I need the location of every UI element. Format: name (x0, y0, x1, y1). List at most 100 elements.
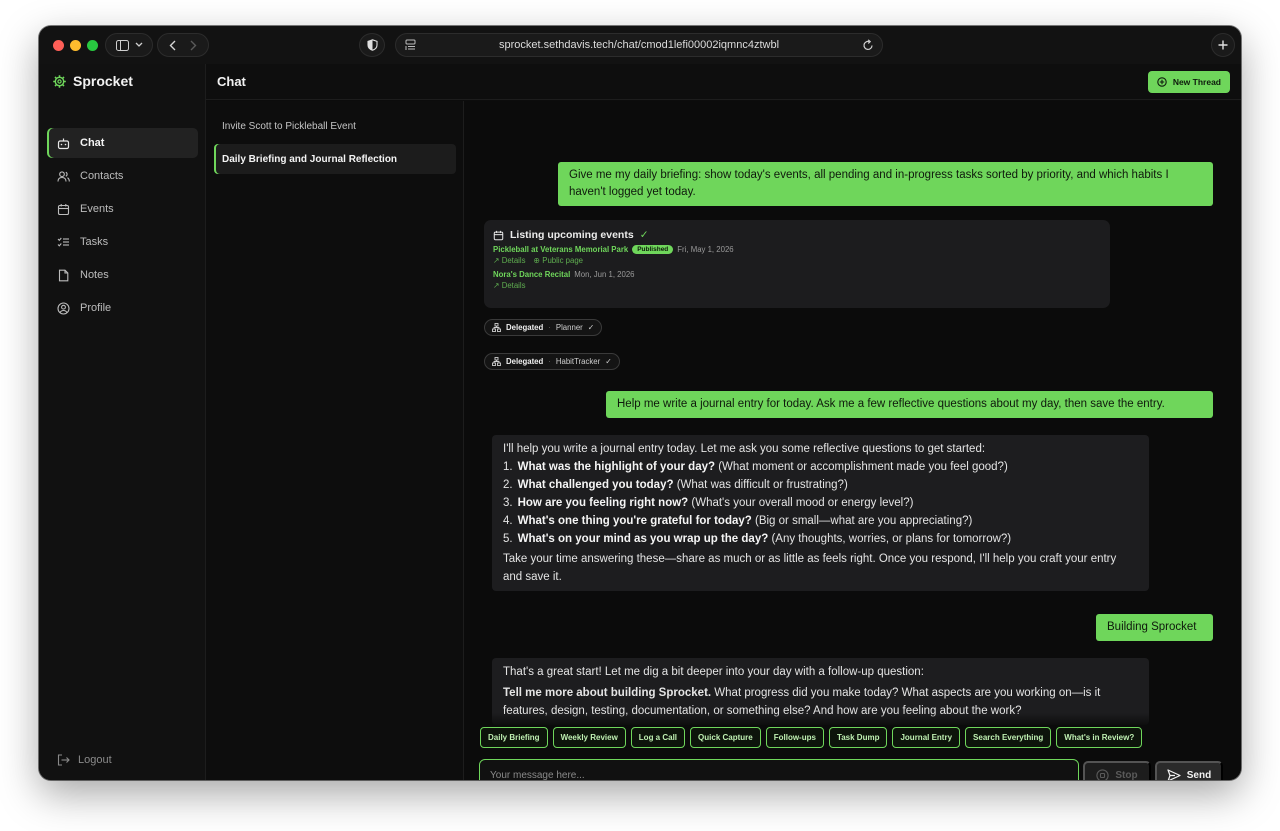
bot-icon (57, 138, 70, 149)
delegate-agent: HabitTracker (555, 357, 601, 366)
logout-button[interactable]: Logout (57, 754, 112, 766)
event-row: Pickleball at Veterans Memorial Park Pub… (493, 245, 1101, 254)
message-input[interactable]: Your message here... (479, 759, 1079, 780)
sidebar-item-profile[interactable]: Profile (47, 293, 198, 323)
quick-action-follow-ups[interactable]: Follow-ups (765, 727, 824, 748)
sidebar-item-tasks[interactable]: Tasks (47, 227, 198, 257)
question-hint: (What's your overall mood or energy leve… (691, 497, 914, 509)
delegation-chip[interactable]: Delegated · Planner ✓ (484, 319, 603, 336)
quick-actions: Daily Briefing Weekly Review Log a Call … (480, 727, 1143, 748)
brand[interactable]: Sprocket (53, 73, 133, 89)
logout-label: Logout (78, 754, 112, 766)
sidebar-toggle-button[interactable] (105, 33, 153, 57)
question-bold: What's on your mind as you wrap up the d… (517, 533, 769, 545)
chat-pane: Give me my daily briefing: show today's … (464, 101, 1241, 780)
users-icon (57, 170, 70, 182)
separator-dot: · (548, 357, 551, 366)
message-paragraph: That's a great start! Let me dig a bit d… (503, 666, 924, 678)
list-checks-icon (57, 237, 69, 247)
list-item: 5. What's on your mind as you wrap up the… (503, 530, 1138, 548)
new-tab-button[interactable] (1211, 33, 1235, 57)
calendar-icon (57, 203, 70, 215)
thread-title: Daily Briefing and Journal Reflection (222, 153, 398, 165)
thread-title: Invite Scott to Pickleball Event (222, 120, 356, 132)
browser-window: sprocket.sethdavis.tech/chat/cmod1lefi00… (39, 26, 1241, 780)
sidebar-item-contacts[interactable]: Contacts (47, 161, 198, 191)
send-button[interactable]: Send (1155, 761, 1223, 780)
event-links: ↗ Details ⊕ Public page (493, 256, 1101, 265)
sidebar-item-events[interactable]: Events (47, 194, 198, 224)
stop-button[interactable]: Stop (1083, 761, 1151, 780)
status-badge: Published (632, 245, 674, 254)
new-thread-button[interactable]: New Thread (1147, 71, 1230, 93)
separator-dot: · (548, 323, 551, 332)
send-icon (1167, 768, 1181, 780)
sidebar-item-notes[interactable]: Notes (47, 260, 198, 290)
quick-action-quick-capture[interactable]: Quick Capture (690, 727, 761, 748)
event-details-link[interactable]: ↗ Details (493, 281, 526, 290)
public-page-link[interactable]: ⊕ Public page (534, 256, 583, 265)
stop-label: Stop (1115, 769, 1138, 781)
url-text: sprocket.sethdavis.tech/chat/cmod1lefi00… (498, 39, 780, 51)
thread-item[interactable]: Invite Scott to Pickleball Event (214, 111, 456, 141)
back-arrow-icon[interactable] (169, 40, 176, 51)
address-bar[interactable]: sprocket.sethdavis.tech/chat/cmod1lefi00… (395, 33, 883, 57)
close-window-button[interactable] (53, 40, 64, 51)
event-date: Mon, Jun 1, 2026 (574, 270, 635, 279)
send-label: Send (1186, 769, 1212, 781)
question-list: 1. What was the highlight of your day? (W… (503, 458, 1138, 548)
reload-icon[interactable] (862, 38, 874, 52)
item-number: 4. (503, 515, 513, 527)
quick-action-whats-in-review[interactable]: What's in Review? (1056, 727, 1143, 748)
list-item: 4. What's one thing you're grateful for t… (503, 512, 1138, 530)
quick-action-daily-briefing[interactable]: Daily Briefing (480, 727, 548, 748)
tool-result-title: Listing upcoming events (510, 229, 634, 241)
sidebar-item-chat[interactable]: Chat (47, 128, 198, 158)
sidebar-item-label: Events (80, 203, 114, 215)
quick-action-weekly-review[interactable]: Weekly Review (552, 727, 626, 748)
question-hint: (Any thoughts, worries, or plans for tom… (771, 533, 1012, 545)
thread-item-active[interactable]: Daily Briefing and Journal Reflection (214, 144, 456, 174)
quick-action-search-everything[interactable]: Search Everything (965, 727, 1052, 748)
event-title-link[interactable]: Pickleball at Veterans Memorial Park (493, 245, 628, 254)
event-title-link[interactable]: Nora's Dance Recital (493, 270, 570, 279)
forward-arrow-icon[interactable] (190, 40, 197, 51)
event-row: Nora's Dance Recital Mon, Jun 1, 2026 (493, 270, 1101, 279)
delegation-chip[interactable]: Delegated · HabitTracker ✓ (484, 353, 620, 370)
quick-action-log-call[interactable]: Log a Call (630, 727, 686, 748)
quick-action-journal-entry[interactable]: Journal Entry (892, 727, 961, 748)
plus-circle-icon (1157, 77, 1167, 87)
delegated-label: Delegated (506, 323, 544, 332)
message-paragraph: Take your time answering these—share as … (503, 553, 1117, 583)
minimize-window-button[interactable] (70, 40, 81, 51)
calendar-icon (493, 230, 504, 240)
event-details-link[interactable]: ↗ Details (493, 256, 526, 265)
question-bold: What was the highlight of your day? (517, 461, 716, 473)
public-page-label: Public page (542, 256, 583, 265)
user-circle-icon (57, 301, 70, 315)
privacy-shield-button[interactable] (359, 33, 385, 57)
sidebar-item-label: Tasks (80, 236, 109, 248)
maximize-window-button[interactable] (87, 40, 98, 51)
item-number: 1. (503, 461, 513, 473)
message-bold: Tell me more about building Sprocket. (503, 687, 712, 699)
sprocket-logo-icon (53, 74, 66, 88)
network-icon (492, 323, 501, 332)
user-message: Help me write a journal entry for today.… (606, 391, 1213, 418)
scroll-fade (464, 713, 1241, 727)
quick-action-task-dump[interactable]: Task Dump (828, 727, 888, 748)
check-icon: ✓ (605, 357, 612, 366)
sidebar: Sprocket Chat Contacts Events Tasks Note… (39, 64, 206, 780)
delegate-agent: Planner (555, 323, 583, 332)
page-header: Chat New Thread (206, 64, 1241, 100)
list-item: 3. How are you feeling right now? (What's… (503, 494, 1138, 512)
browser-toolbar: sprocket.sethdavis.tech/chat/cmod1lefi00… (39, 26, 1241, 64)
site-settings-icon[interactable] (405, 39, 416, 51)
question-bold: How are you feeling right now? (517, 497, 689, 509)
question-bold: What challenged you today? (517, 479, 674, 491)
list-item: 1. What was the highlight of your day? (W… (503, 458, 1138, 476)
sidebar-icon (115, 39, 129, 51)
new-thread-label: New Thread (1172, 77, 1221, 87)
question-hint: (What moment or accomplishment made you … (718, 461, 1008, 473)
chevron-down-icon (135, 42, 142, 47)
